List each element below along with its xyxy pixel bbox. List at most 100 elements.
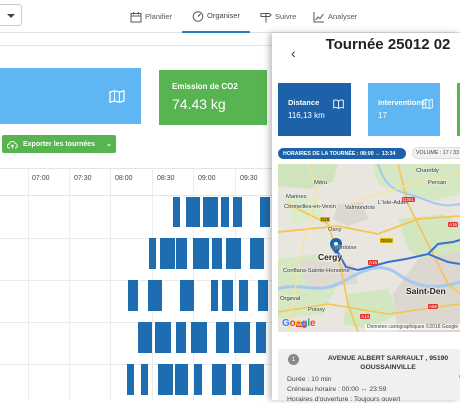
intervention-block[interactable]: [221, 197, 229, 227]
intervention-block[interactable]: [212, 364, 226, 395]
intervention-block[interactable]: [155, 322, 171, 353]
intervention-block[interactable]: [203, 197, 218, 227]
emission-value: 74.43 kg: [172, 96, 226, 112]
intervention-block[interactable]: [258, 280, 268, 311]
intervention-block[interactable]: [186, 197, 200, 227]
tour-title: Tournée 25012 02: [325, 36, 451, 53]
map-label: Chambly: [416, 168, 439, 174]
intervention-block[interactable]: [256, 322, 266, 353]
divider: [0, 45, 272, 46]
intervention-block[interactable]: [216, 322, 229, 353]
tour-hours-badge: HORAIRES DE LA TOURNÉE : 08:00 ↔ 13:34: [278, 148, 406, 159]
road-shield: D915: [380, 238, 393, 243]
stop-address: AVENUE ALBERT SARRAULT , 95190 GOUSSAINV…: [327, 355, 449, 371]
map-copyright: Données cartographiques ©2018 Google: [365, 324, 460, 330]
intervention-block[interactable]: [148, 280, 162, 311]
stat-card-distance: Distance 116,13 km: [278, 83, 351, 136]
distance-value: 116,13 km: [288, 111, 325, 120]
map-label: Pontoise: [334, 245, 357, 251]
nav-planifier-label: Planifier: [145, 12, 173, 21]
nav-planifier[interactable]: Planifier: [130, 0, 172, 33]
road-shield: D301: [402, 197, 415, 202]
stat-card-emission: Emission de CO2 74.43 kg: [159, 70, 267, 125]
intervention-block[interactable]: [250, 238, 264, 269]
map-label: Méru: [314, 180, 328, 186]
emission-label: Emission de CO2: [172, 82, 238, 91]
intervention-block[interactable]: [211, 280, 218, 311]
intervention-block[interactable]: [222, 280, 233, 311]
nav-organiser-label: Organiser: [207, 11, 240, 20]
intervention-block[interactable]: [127, 364, 134, 395]
map-label: Cormeilles-en-Vexin: [284, 204, 336, 210]
volume-badge: VOLUME : 17 / 33: [412, 147, 460, 159]
map-label: Saint-Den: [406, 286, 446, 296]
gauge-icon: [192, 10, 204, 22]
road-shield: A15: [368, 260, 379, 265]
intervention-block[interactable]: [160, 238, 175, 269]
intervention-block[interactable]: [233, 197, 242, 227]
nav-organiser[interactable]: Organiser: [182, 0, 250, 33]
intervention-block[interactable]: [249, 364, 264, 395]
back-chevron-icon[interactable]: ‹: [291, 45, 296, 61]
intervention-block[interactable]: [193, 238, 209, 269]
nav-analyser-label: Analyser: [328, 12, 358, 21]
intervention-block[interactable]: [260, 197, 270, 227]
stop-card[interactable]: 1 AVENUE ALBERT SARRAULT , 95190 GOUSSAI…: [278, 349, 460, 403]
map-label: Persan: [428, 180, 447, 186]
intervention-block[interactable]: [158, 364, 173, 395]
intervention-block[interactable]: [175, 364, 188, 395]
tour-detail-panel: ‹ Tournée 25012 02 Distance 116,13 km In…: [272, 33, 460, 403]
tour-select-dropdown[interactable]: [0, 4, 22, 26]
road-shield: A14: [360, 314, 371, 319]
road-shield: D28: [320, 217, 331, 222]
export-tours-label: Exporter les tournées: [23, 140, 95, 148]
signpost-icon: [260, 12, 272, 22]
timeline-header: 07:00 07:30 08:00 08:30 09:00 09:30: [0, 168, 272, 196]
time-tick: 07:00: [32, 175, 50, 182]
time-tick: 07:30: [74, 175, 92, 182]
intervention-block[interactable]: [191, 322, 207, 353]
intervention-block[interactable]: [176, 322, 186, 353]
stop-time-window: Créneau horaire : 00:00 ↔ 23:59: [287, 386, 387, 393]
intervention-block[interactable]: [232, 364, 241, 395]
intervention-block[interactable]: [149, 238, 156, 269]
intervention-block[interactable]: [226, 238, 241, 269]
map-label: Cergy: [318, 252, 343, 262]
grid-line: [0, 322, 272, 323]
interventions-value: 17: [378, 111, 387, 120]
google-logo: Google: [282, 318, 316, 329]
grid-line: [69, 168, 70, 400]
time-tick: 08:00: [115, 175, 133, 182]
book-icon: [333, 99, 344, 109]
map-label: Poissy: [308, 307, 326, 313]
intervention-block[interactable]: [212, 238, 222, 269]
nav-suivre-label: Suivre: [275, 12, 297, 21]
intervention-block[interactable]: [180, 280, 194, 311]
intervention-block[interactable]: [176, 238, 187, 269]
time-tick: 09:30: [240, 175, 258, 182]
intervention-block[interactable]: [194, 364, 202, 395]
stop-number-badge: 1: [288, 354, 299, 365]
time-tick: 08:30: [157, 175, 175, 182]
map-icon: [422, 99, 433, 109]
grid-line: [28, 168, 29, 400]
stat-card-distance-total: [0, 68, 141, 124]
map-icon: [109, 90, 125, 103]
intervention-block[interactable]: [173, 197, 180, 227]
grid-line: [110, 168, 111, 400]
intervention-block[interactable]: [138, 322, 152, 353]
map-label: Conflans-Sainte-Honorine: [283, 268, 350, 274]
nav-analyser[interactable]: Analyser: [313, 0, 357, 33]
map-label: Osny: [328, 227, 342, 233]
road-shield: A16: [448, 222, 459, 227]
nav-suivre[interactable]: Suivre: [260, 0, 296, 33]
road-shield: A86: [428, 304, 439, 309]
route-map[interactable]: Chambly Persan L'Isle-Adam Méru Marines …: [278, 164, 460, 332]
intervention-block[interactable]: [239, 280, 248, 311]
intervention-block[interactable]: [234, 322, 250, 353]
cloud-upload-icon: [7, 140, 18, 148]
intervention-block[interactable]: [128, 280, 138, 311]
export-tours-button[interactable]: Exporter les tournées ⌄: [2, 135, 116, 153]
time-tick: 09:00: [198, 175, 216, 182]
intervention-block[interactable]: [141, 364, 148, 395]
